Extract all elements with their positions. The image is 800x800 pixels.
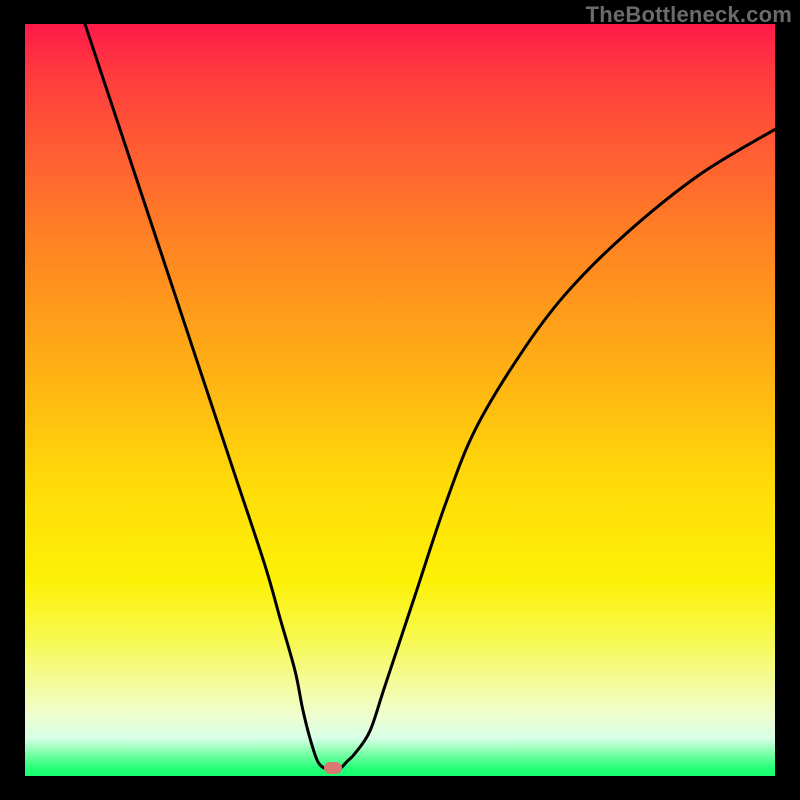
bottleneck-curve [25,24,775,776]
optimal-marker [324,762,342,774]
chart-frame: TheBottleneck.com [0,0,800,800]
plot-area [25,24,775,776]
watermark-text: TheBottleneck.com [586,2,792,28]
